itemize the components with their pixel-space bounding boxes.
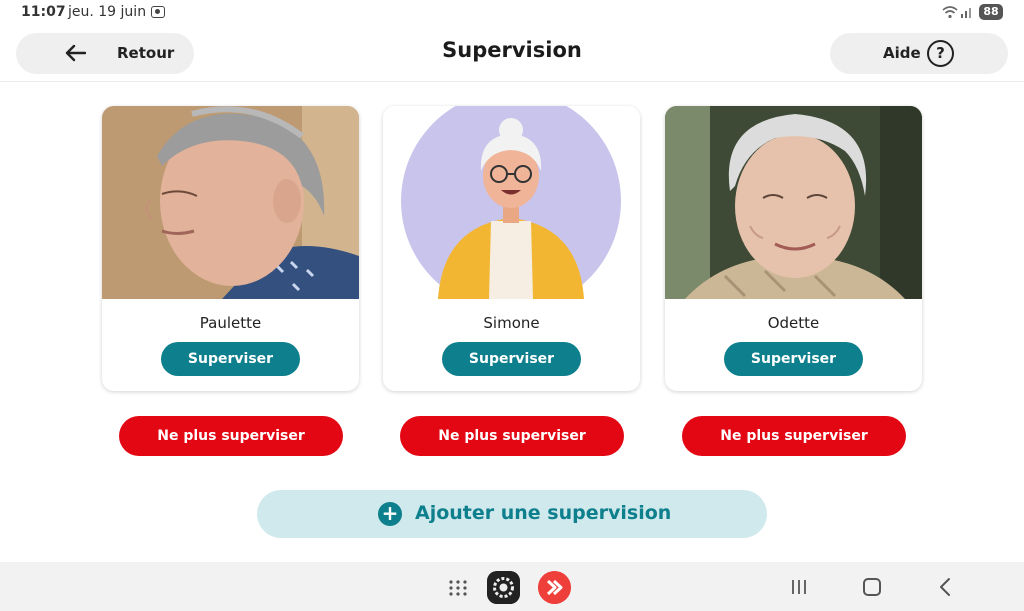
avatar [383, 106, 640, 299]
stop-supervising-button[interactable]: Ne plus superviser [682, 416, 906, 456]
back-nav-icon[interactable] [937, 577, 953, 597]
add-supervision-label: Ajouter une supervision [415, 502, 672, 524]
supervise-button[interactable]: Superviser [161, 342, 300, 376]
navigation-bar [0, 562, 1024, 611]
stop-supervising-button[interactable]: Ne plus superviser [119, 416, 343, 456]
add-supervision-button[interactable]: + Ajouter une supervision [257, 490, 767, 538]
stop-supervising-button[interactable]: Ne plus superviser [400, 416, 624, 456]
supervise-button[interactable]: Superviser [442, 342, 581, 376]
screenshot-icon [151, 6, 165, 18]
status-date: jeu. 19 juin [68, 4, 147, 20]
recent-apps-icon[interactable] [789, 577, 809, 597]
battery-icon: 88 [979, 4, 1003, 20]
person-card: Paulette Superviser [102, 106, 359, 391]
person-name: Odette [767, 314, 820, 332]
home-icon[interactable] [863, 578, 881, 596]
person-name: Simone [483, 314, 540, 332]
supervise-button[interactable]: Superviser [724, 342, 863, 376]
question-icon: ? [927, 40, 954, 67]
person-card: Simone Superviser [383, 106, 640, 391]
remote-app-icon[interactable] [538, 571, 571, 604]
avatar [665, 106, 922, 299]
signal-icon [961, 8, 971, 18]
settings-app-icon[interactable] [487, 571, 520, 604]
app-header: Retour Supervision Aide ? [0, 24, 1024, 82]
person-name: Paulette [199, 314, 262, 332]
help-button[interactable]: Aide ? [830, 33, 1008, 74]
person-card: Odette Superviser [665, 106, 922, 391]
avatar [102, 106, 359, 299]
wifi-icon [942, 6, 958, 19]
help-label: Aide [883, 44, 921, 62]
plus-icon: + [378, 502, 402, 526]
apps-grid-icon[interactable] [448, 579, 468, 597]
status-time: 11:07 [21, 4, 66, 20]
status-bar: 11:07 jeu. 19 juin 88 [0, 0, 1024, 24]
